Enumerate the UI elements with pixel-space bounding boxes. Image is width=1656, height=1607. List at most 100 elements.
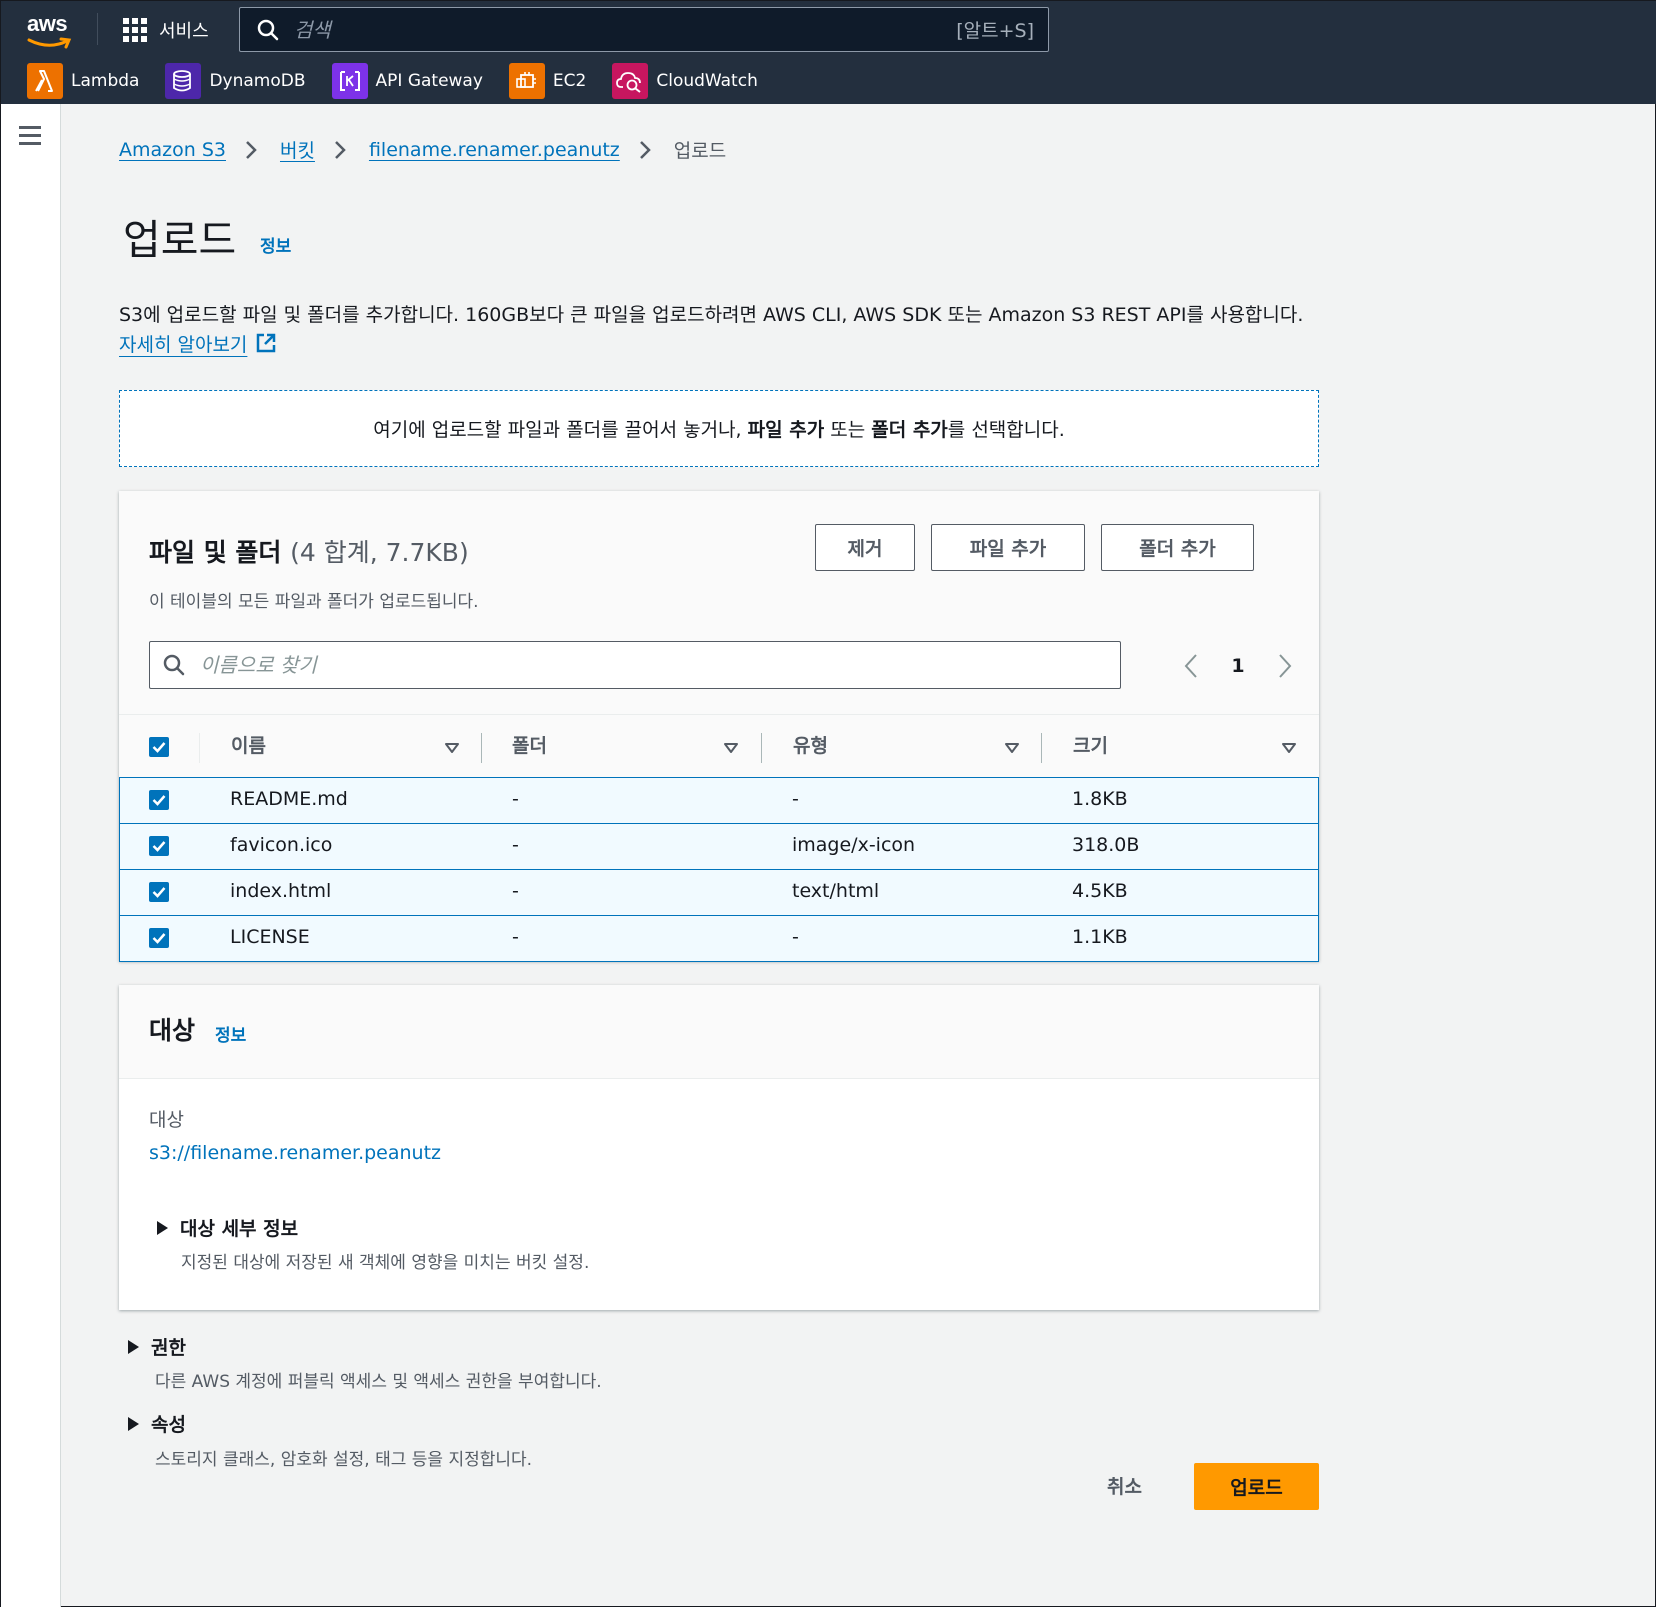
remove-button[interactable]: 제거 <box>815 524 915 571</box>
global-search-input[interactable] <box>280 8 957 51</box>
cloudwatch-icon <box>612 63 649 99</box>
breadcrumb-current: 업로드 <box>673 140 727 162</box>
favorite-lambda[interactable]: Lambda <box>27 63 139 99</box>
cell-size: 4.5KB <box>1072 880 1128 902</box>
name-filter-input[interactable] <box>186 642 1120 688</box>
cell-name: README.md <box>230 788 348 810</box>
grid-icon <box>123 18 147 42</box>
table-row[interactable]: index.html - text/html 4.5KB <box>119 869 1319 916</box>
table-row[interactable]: favicon.ico - image/x-icon 318.0B <box>119 823 1319 870</box>
destination-details-title: 대상 세부 정보 <box>180 1218 299 1240</box>
sort-down-icon[interactable] <box>1005 743 1019 753</box>
dropzone-add-files: 파일 추가 <box>747 419 825 441</box>
files-panel-title: 파일 및 폴더 <box>149 538 282 567</box>
checkmark-icon <box>152 841 166 852</box>
menu-icon[interactable] <box>19 126 41 145</box>
destination-title: 대상 <box>149 1016 196 1045</box>
chevron-right-icon <box>639 140 651 159</box>
cell-type: image/x-icon <box>792 834 916 856</box>
search-icon <box>257 19 279 40</box>
destination-header: 대상 정보 <box>119 985 1319 1079</box>
breadcrumb-amazon-s3[interactable]: Amazon S3 <box>119 139 226 161</box>
properties-expander[interactable]: 속성 <box>128 1410 186 1437</box>
row-checkbox[interactable] <box>149 836 169 856</box>
table-row[interactable]: README.md - - 1.8KB <box>119 777 1319 824</box>
favorite-api-gateway[interactable]: API Gateway <box>331 63 483 99</box>
chevron-left-icon[interactable] <box>1183 653 1199 679</box>
files-and-folders-panel: 파일 및 폴더 (4 합계, 7.7KB) 이 테이블의 모든 파일과 폴더가 … <box>119 491 1319 962</box>
properties-subtitle: 스토리지 클래스, 암호화 설정, 태그 등을 지정합니다. <box>155 1450 533 1470</box>
services-label: 서비스 <box>159 21 209 42</box>
add-files-button[interactable]: 파일 추가 <box>931 524 1085 571</box>
column-header-type[interactable]: 유형 <box>793 731 828 758</box>
favorite-label: Lambda <box>71 71 140 91</box>
name-filter[interactable] <box>149 641 1121 689</box>
destination-details-subtitle: 지정된 대상에 저장된 새 객체에 영향을 미치는 버킷 설정. <box>181 1253 590 1273</box>
nav-divider <box>97 13 98 45</box>
chevron-right-icon <box>246 140 257 159</box>
files-table: 이름 폴더 유형 크기 README.md - - 1.8KB favicon.… <box>119 714 1319 962</box>
checkmark-icon <box>152 933 166 944</box>
page-number[interactable]: 1 <box>1231 655 1244 677</box>
aws-logo[interactable]: aws <box>27 11 75 49</box>
permissions-title: 권한 <box>151 1337 186 1359</box>
destination-details-expander[interactable]: 대상 세부 정보 <box>157 1214 298 1241</box>
row-checkbox[interactable] <box>149 882 169 902</box>
learn-more-link[interactable]: 자세히 알아보기 <box>119 334 247 356</box>
files-panel-subtitle: 이 테이블의 모든 파일과 폴더가 업로드됩니다. <box>149 592 479 612</box>
breadcrumb-buckets[interactable]: 버킷 <box>280 136 315 163</box>
checkmark-icon <box>152 795 166 806</box>
cell-folder: - <box>512 834 519 856</box>
sort-down-icon[interactable] <box>724 743 738 753</box>
cell-folder: - <box>512 926 519 948</box>
favorites-bar: Lambda DynamoDB API Gateway EC2 CloudWat… <box>27 63 758 99</box>
side-rail <box>1 104 61 1607</box>
lambda-icon <box>27 63 63 99</box>
dropzone-prefix: 여기에 업로드할 파일과 폴더를 끌어서 놓거나, <box>373 419 742 441</box>
column-divider[interactable] <box>761 733 762 763</box>
column-divider[interactable] <box>481 733 482 763</box>
add-folder-button[interactable]: 폴더 추가 <box>1101 524 1254 571</box>
row-checkbox[interactable] <box>149 790 169 810</box>
column-divider[interactable] <box>1041 733 1042 763</box>
description-text: S3에 업로드할 파일 및 폴더를 추가합니다. 160GB보다 큰 파일을 업… <box>119 304 1304 326</box>
column-divider <box>199 733 200 763</box>
favorite-ec2[interactable]: EC2 <box>508 63 586 99</box>
sort-down-icon[interactable] <box>445 743 459 753</box>
column-header-name[interactable]: 이름 <box>231 731 266 758</box>
chevron-right-icon[interactable] <box>1277 653 1293 679</box>
upload-button[interactable]: 업로드 <box>1194 1463 1319 1510</box>
aws-logo-text: aws <box>27 11 68 36</box>
properties-title: 속성 <box>151 1414 186 1436</box>
column-header-size[interactable]: 크기 <box>1073 731 1108 758</box>
cell-folder: - <box>512 788 519 810</box>
sort-down-icon[interactable] <box>1282 743 1296 753</box>
cancel-button[interactable]: 취소 <box>1107 1472 1142 1499</box>
breadcrumb-bucket[interactable]: filename.renamer.peanutz <box>369 139 620 161</box>
row-checkbox[interactable] <box>149 928 169 948</box>
cell-type: text/html <box>792 880 880 902</box>
cell-type: - <box>792 926 799 948</box>
column-header-folder[interactable]: 폴더 <box>512 731 547 758</box>
dropzone-add-folder: 폴더 추가 <box>871 419 948 441</box>
dynamodb-icon <box>165 63 202 99</box>
table-row[interactable]: LICENSE - - 1.1KB <box>119 915 1319 962</box>
permissions-expander[interactable]: 권한 <box>128 1333 186 1360</box>
upload-dropzone[interactable]: 여기에 업로드할 파일과 폴더를 끌어서 놓거나, 파일 추가 또는 폴더 추가… <box>119 390 1319 467</box>
page-info-link[interactable]: 정보 <box>260 232 291 257</box>
favorite-dynamodb[interactable]: DynamoDB <box>165 63 306 99</box>
dropzone-or: 또는 <box>830 419 866 441</box>
destination-s3-link[interactable]: s3://filename.renamer.peanutz <box>149 1142 441 1164</box>
dropzone-suffix: 를 선택합니다. <box>947 419 1065 441</box>
files-panel-header: 파일 및 폴더 (4 합계, 7.7KB) <box>149 533 469 569</box>
select-all-checkbox[interactable] <box>149 737 169 757</box>
cell-name: LICENSE <box>230 926 310 948</box>
favorite-cloudwatch[interactable]: CloudWatch <box>612 63 758 99</box>
pagination: 1 <box>1183 651 1293 681</box>
global-search[interactable]: [알트+S] <box>239 7 1049 52</box>
services-menu[interactable]: 서비스 <box>123 15 209 45</box>
destination-info-link[interactable]: 정보 <box>215 1021 246 1046</box>
caret-right-icon <box>128 1416 139 1431</box>
external-link-icon[interactable] <box>255 332 277 354</box>
cell-size: 1.8KB <box>1072 788 1128 810</box>
